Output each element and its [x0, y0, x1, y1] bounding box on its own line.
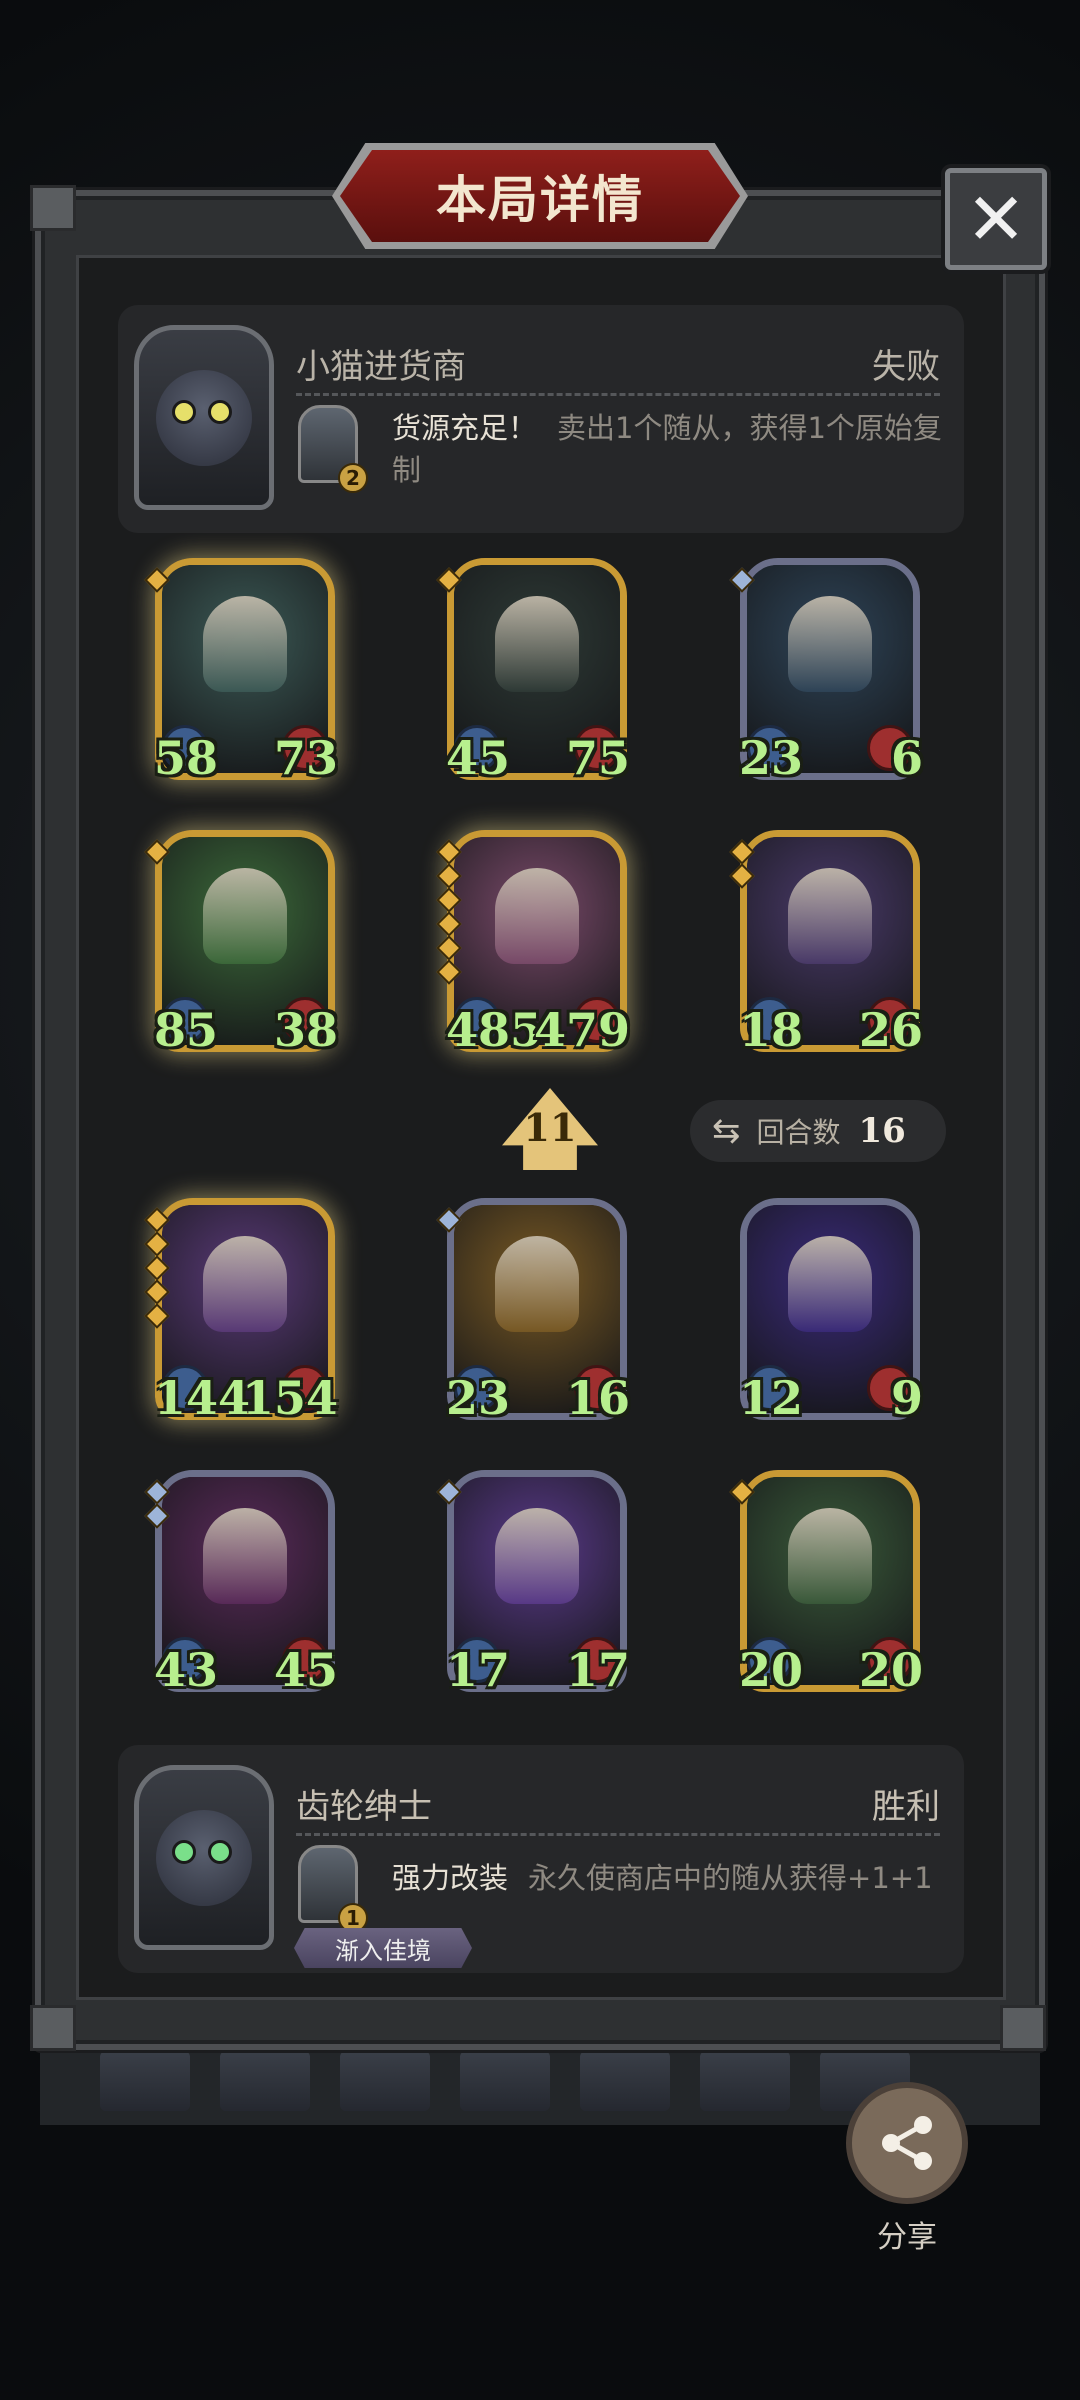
- share-label: 分享: [877, 2220, 937, 2255]
- minion-figure-icon: [495, 1508, 579, 1605]
- player-result: 失败: [872, 347, 940, 387]
- rounds-indicator: ⇆ 回合数 16: [690, 1100, 946, 1162]
- rounds-label: 回合数: [756, 1116, 841, 1149]
- minion-card[interactable]: 12 9: [739, 1198, 923, 1425]
- attack-value: 485: [446, 1003, 543, 1057]
- minion-card[interactable]: 45 75: [436, 558, 630, 785]
- minion-card[interactable]: 23 6: [729, 558, 923, 785]
- tavern-level: 11: [523, 1104, 577, 1150]
- minion-figure-icon: [495, 1236, 579, 1333]
- hero-power-cost-badge: 2: [338, 463, 368, 493]
- player-summary-bottom: 齿轮绅士 胜利 1 强力改装 永久使商店中的随从获得+1+1 渐入佳境: [118, 1745, 964, 1973]
- minion-figure-icon: [495, 596, 579, 693]
- minion-card[interactable]: 85 38: [144, 830, 338, 1057]
- minion-card[interactable]: 23 16: [436, 1198, 630, 1425]
- refresh-icon: ⇆: [712, 1111, 741, 1151]
- health-value: 9: [890, 1371, 923, 1425]
- close-button[interactable]: ✕: [945, 168, 1047, 270]
- health-value: 16: [565, 1371, 630, 1425]
- share-icon: [882, 2116, 932, 2170]
- minion-card[interactable]: 20 20: [729, 1470, 923, 1697]
- divider: [296, 393, 940, 396]
- attack-value: 23: [739, 731, 804, 785]
- hero-power-description: 强力改装 永久使商店中的随从获得+1+1: [392, 1857, 952, 1899]
- health-value: 38: [273, 1003, 338, 1057]
- background-mini-card: [340, 2051, 430, 2111]
- health-value: 479: [533, 1003, 630, 1057]
- panel-corner: [30, 185, 76, 231]
- hero-power-name: 强力改装: [392, 1861, 509, 1895]
- attack-value: 144: [154, 1371, 251, 1425]
- share-button[interactable]: [846, 2082, 968, 2204]
- background-mini-card: [580, 2051, 670, 2111]
- portrait-eye: [208, 399, 232, 424]
- minion-card[interactable]: 43 45: [144, 1470, 338, 1697]
- minion-card[interactable]: 485 479: [436, 830, 630, 1057]
- minion-figure-icon: [203, 1236, 287, 1333]
- panel-corner: [1000, 2005, 1046, 2051]
- divider: [296, 1833, 940, 1836]
- minion-card[interactable]: 17 17: [436, 1470, 630, 1697]
- minion-figure-icon: [203, 868, 287, 965]
- attack-value: 58: [154, 731, 219, 785]
- health-value: 26: [858, 1003, 923, 1057]
- attack-value: 18: [739, 1003, 804, 1057]
- background-mini-card: [460, 2051, 550, 2111]
- minion-card[interactable]: 144 154: [144, 1198, 338, 1425]
- attack-value: 85: [154, 1003, 219, 1057]
- minion-figure-icon: [203, 1508, 287, 1605]
- hero-power-description: 货源充足！ 卖出1个随从，获得1个原始复制: [392, 407, 952, 491]
- owl-cat-portrait-icon: [156, 369, 252, 466]
- status-tag: 渐入佳境: [294, 1928, 472, 1968]
- attack-value: 23: [446, 1371, 511, 1425]
- panel-title: 本局详情: [436, 171, 644, 229]
- minion-figure-icon: [788, 596, 872, 693]
- minion-card[interactable]: 58 73: [144, 558, 338, 785]
- background-mini-card: [100, 2051, 190, 2111]
- minion-figure-icon: [788, 1236, 872, 1333]
- attack-value: 12: [739, 1371, 804, 1425]
- health-value: 20: [858, 1643, 923, 1697]
- player-result: 胜利: [872, 1787, 940, 1827]
- portrait-eye: [208, 1839, 232, 1864]
- background-mini-card: [220, 2051, 310, 2111]
- player-name: 齿轮绅士: [296, 1787, 432, 1827]
- portrait-eye: [172, 1839, 196, 1864]
- health-value: 154: [241, 1371, 338, 1425]
- attack-value: 17: [446, 1643, 511, 1697]
- health-value: 73: [273, 731, 338, 785]
- minion-figure-icon: [495, 868, 579, 965]
- close-icon: ✕: [965, 177, 1027, 261]
- attack-value: 45: [446, 731, 511, 785]
- portrait-eye: [172, 399, 196, 424]
- minion-figure-icon: [203, 596, 287, 693]
- health-value: 6: [890, 731, 923, 785]
- health-value: 17: [565, 1643, 630, 1697]
- hero-power-name: 货源充足！: [392, 411, 538, 445]
- attack-value: 43: [154, 1643, 219, 1697]
- health-value: 75: [565, 731, 630, 785]
- background-mini-card: [700, 2051, 790, 2111]
- player-summary-top: 小猫进货商 失败 2 货源充足！ 卖出1个随从，获得1个原始复制: [118, 305, 964, 533]
- hero-power-text: 永久使商店中的随从获得+1+1: [528, 1861, 933, 1895]
- gear-gentleman-portrait-icon: [156, 1809, 252, 1906]
- minion-figure-icon: [788, 1508, 872, 1605]
- player-name: 小猫进货商: [296, 347, 466, 387]
- health-value: 45: [273, 1643, 338, 1697]
- minion-figure-icon: [788, 868, 872, 965]
- attack-value: 20: [739, 1643, 804, 1697]
- player-avatar[interactable]: [134, 325, 274, 510]
- panel-corner: [30, 2005, 76, 2051]
- rounds-value: 16: [858, 1111, 906, 1151]
- player-avatar[interactable]: [134, 1765, 274, 1950]
- minion-card[interactable]: 18 26: [729, 830, 923, 1057]
